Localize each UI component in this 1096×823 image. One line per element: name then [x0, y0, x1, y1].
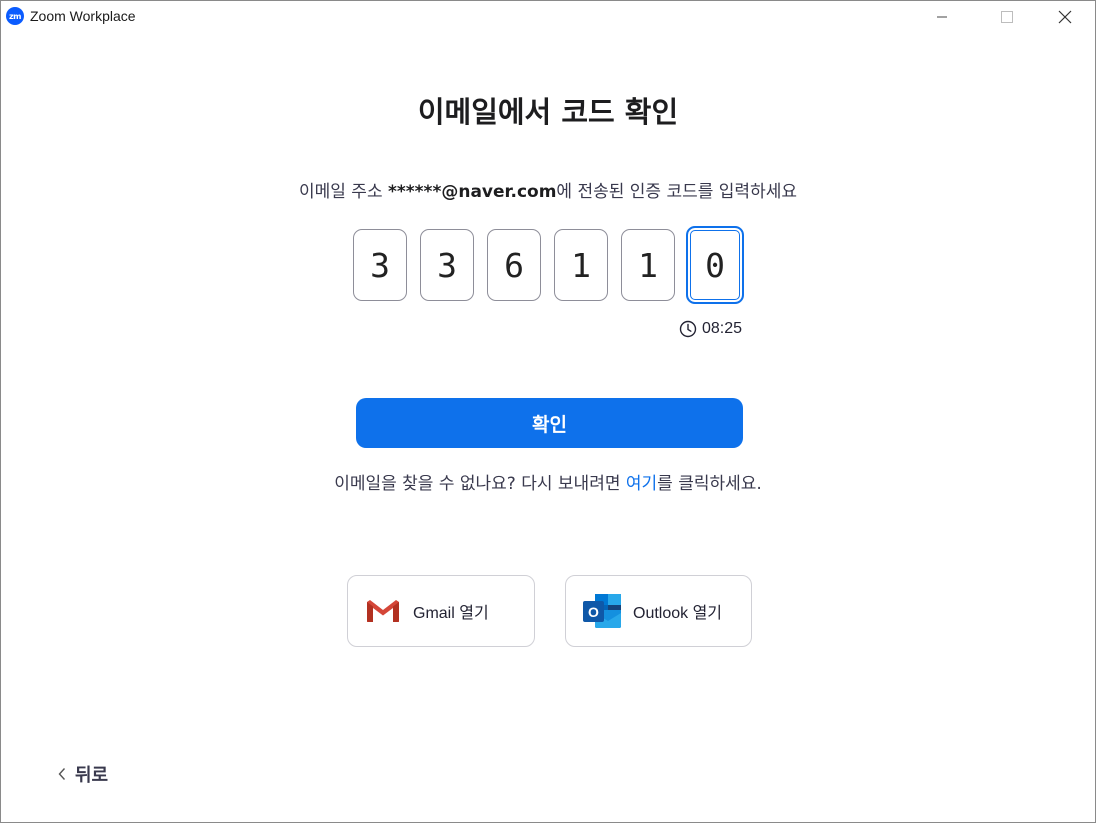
- back-label: 뒤로: [75, 765, 109, 786]
- clock-icon: [679, 320, 697, 338]
- countdown-timer: 08:25: [679, 320, 742, 338]
- chevron-left-icon: [58, 768, 66, 780]
- resend-link[interactable]: 여기: [626, 474, 657, 494]
- minimize-button[interactable]: [919, 1, 965, 33]
- instruction-suffix: 에 전송된 인증 코드를 입력하세요: [556, 182, 797, 202]
- app-window: zm Zoom Workplace 이메일에서 코드 확인 이메일 주소 ***…: [0, 0, 1096, 823]
- timer-value: 08:25: [702, 320, 743, 337]
- maximize-button[interactable]: [984, 1, 1030, 33]
- confirm-button[interactable]: 확인: [356, 398, 743, 448]
- verification-code-input: 3 3 6 1 1 0: [353, 226, 757, 304]
- page-title: 이메일에서 코드 확인: [417, 95, 679, 129]
- outlook-icon: O: [581, 592, 623, 630]
- code-digit-6[interactable]: 0: [686, 226, 744, 304]
- code-digit-2[interactable]: 3: [420, 229, 474, 301]
- masked-email: ******@naver.com: [388, 182, 557, 202]
- svg-text:O: O: [588, 604, 599, 620]
- resend-suffix: 를 클릭하세요.: [657, 474, 762, 494]
- close-icon: [1058, 10, 1072, 24]
- open-gmail-button[interactable]: Gmail 열기: [347, 575, 535, 647]
- title-bar[interactable]: zm Zoom Workplace: [1, 1, 1095, 33]
- close-button[interactable]: [1042, 1, 1088, 33]
- code-digit-4[interactable]: 1: [554, 229, 608, 301]
- instruction-text: 이메일 주소 ******@naver.com에 전송된 인증 코드를 입력하세…: [1, 177, 1095, 202]
- zoom-logo-icon: zm: [6, 7, 24, 25]
- minimize-icon: [937, 16, 947, 18]
- open-outlook-button[interactable]: O Outlook 열기: [565, 575, 752, 647]
- resend-prefix: 이메일을 찾을 수 없나요? 다시 보내려면: [334, 474, 626, 494]
- window-title: Zoom Workplace: [30, 8, 136, 24]
- maximize-icon: [1001, 11, 1013, 23]
- code-digit-5[interactable]: 1: [621, 229, 675, 301]
- outlook-button-label: Outlook 열기: [633, 605, 723, 622]
- back-button[interactable]: 뒤로: [57, 761, 108, 787]
- gmail-button-label: Gmail 열기: [413, 605, 489, 622]
- code-digit-3[interactable]: 6: [487, 229, 541, 301]
- resend-text: 이메일을 찾을 수 없나요? 다시 보내려면 여기를 클릭하세요.: [1, 469, 1095, 494]
- code-digit-1[interactable]: 3: [353, 229, 407, 301]
- gmail-icon: [365, 598, 401, 624]
- instruction-prefix: 이메일 주소: [298, 182, 388, 202]
- logo-text: zm: [9, 11, 22, 21]
